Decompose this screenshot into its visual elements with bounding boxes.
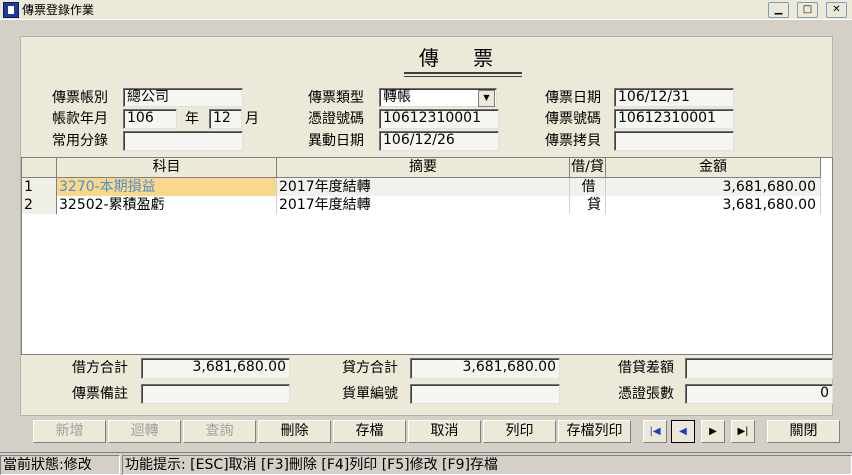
amount-cell[interactable]: 3,681,680.00 xyxy=(606,178,821,196)
voucher-type-value: 轉帳 xyxy=(383,89,411,105)
first-record-icon: |◀ xyxy=(649,426,661,437)
account-cell[interactable]: 32502-累積盈虧 xyxy=(57,196,277,214)
voucher-copy-field[interactable] xyxy=(614,131,734,151)
chevron-down-icon[interactable]: ▼ xyxy=(478,90,495,107)
column-header-amount[interactable]: 金額 xyxy=(606,158,821,178)
certificate-no-field[interactable]: 10612310001 xyxy=(379,109,499,129)
status-hint: 功能提示: [ESC]取消 [F3]刪除 [F4]列印 [F5]修改 [F9]存… xyxy=(122,455,852,475)
row-number[interactable]: 1 xyxy=(22,178,57,196)
minimize-icon[interactable]: ▁ xyxy=(768,2,789,18)
maximize-icon[interactable]: □ xyxy=(797,2,818,18)
change-date-label: 異動日期 xyxy=(308,133,364,149)
month-unit-label: 月 xyxy=(245,111,259,127)
reverse-button[interactable]: 迴轉 xyxy=(108,420,181,443)
next-record-icon: ▶ xyxy=(709,426,717,437)
period-month-field[interactable]: 12 xyxy=(209,109,242,129)
row-number[interactable]: 2 xyxy=(22,196,57,214)
account-type-label: 傳票帳別 xyxy=(52,90,108,106)
page-title: 傳 票 xyxy=(418,46,508,70)
close-icon[interactable]: ✕ xyxy=(826,2,847,18)
column-header-dc[interactable]: 借/貸 xyxy=(570,158,606,178)
last-record-button[interactable]: ▶| xyxy=(731,420,755,443)
voucher-type-label: 傳票類型 xyxy=(308,90,364,106)
cert-count-field[interactable]: 0 xyxy=(685,384,833,404)
status-state: 當前狀態:修改 xyxy=(0,455,120,475)
credit-total-field: 3,681,680.00 xyxy=(410,358,560,379)
period-year-field[interactable]: 106 xyxy=(123,109,177,129)
voucher-no-field[interactable]: 10612310001 xyxy=(614,109,734,129)
debit-total-field: 3,681,680.00 xyxy=(141,358,290,379)
bill-no-label: 貨單編號 xyxy=(342,386,398,402)
account-cell[interactable]: 3270-本期損益 xyxy=(57,178,277,196)
memo-cell[interactable]: 2017年度結轉 xyxy=(277,196,570,214)
account-type-field[interactable]: 總公司 xyxy=(123,88,243,107)
remark-field[interactable] xyxy=(141,384,290,404)
voucher-date-field[interactable]: 106/12/31 xyxy=(614,88,734,107)
save-print-button[interactable]: 存檔列印 xyxy=(558,420,631,443)
column-header-memo[interactable]: 摘要 xyxy=(277,158,570,178)
next-record-button[interactable]: ▶ xyxy=(701,420,725,443)
title-bar xyxy=(0,0,852,20)
add-button[interactable]: 新增 xyxy=(33,420,106,443)
credit-total-label: 貸方合計 xyxy=(342,360,398,376)
query-button[interactable]: 查詢 xyxy=(183,420,256,443)
first-record-button[interactable]: |◀ xyxy=(643,420,667,443)
remark-label: 傳票備註 xyxy=(72,386,128,402)
cancel-button[interactable]: 取消 xyxy=(408,420,481,443)
entry-grid[interactable]: 科目 摘要 借/貸 金額 1 3270-本期損益 2017年度結轉 借 3,68… xyxy=(21,157,833,355)
amount-cell[interactable]: 3,681,680.00 xyxy=(606,196,821,214)
period-label: 帳款年月 xyxy=(52,111,108,127)
prev-record-button[interactable]: ◀ xyxy=(671,420,695,443)
dc-cell[interactable]: 貸 xyxy=(570,196,606,214)
save-button[interactable]: 存檔 xyxy=(333,420,406,443)
bill-no-field[interactable] xyxy=(410,384,560,404)
window-title: 傳票登錄作業 xyxy=(22,3,95,17)
title-underline xyxy=(404,72,522,74)
app-icon xyxy=(3,2,19,18)
print-button[interactable]: 列印 xyxy=(483,420,556,443)
delete-button[interactable]: 刪除 xyxy=(258,420,331,443)
cert-count-label: 憑證張數 xyxy=(618,386,674,402)
change-date-field[interactable]: 106/12/26 xyxy=(379,131,499,151)
close-button[interactable]: 關閉 xyxy=(767,420,840,443)
column-header-account[interactable]: 科目 xyxy=(57,158,277,178)
last-record-icon: ▶| xyxy=(737,426,749,437)
voucher-copy-label: 傳票拷貝 xyxy=(545,133,601,149)
difference-label: 借貸差額 xyxy=(618,360,674,376)
grid-corner xyxy=(22,158,57,178)
common-category-field[interactable] xyxy=(123,131,243,151)
memo-cell[interactable]: 2017年度結轉 xyxy=(277,178,570,196)
dc-cell[interactable]: 借 xyxy=(570,178,606,196)
voucher-date-label: 傳票日期 xyxy=(545,90,601,106)
voucher-type-select[interactable]: 轉帳 ▼ xyxy=(379,88,497,107)
debit-total-label: 借方合計 xyxy=(72,360,128,376)
difference-field xyxy=(685,358,833,379)
common-category-label: 常用分錄 xyxy=(52,133,108,149)
voucher-no-label: 傳票號碼 xyxy=(545,111,601,127)
title-underline-2 xyxy=(404,76,522,77)
year-unit-label: 年 xyxy=(185,111,199,127)
prev-record-icon: ◀ xyxy=(679,426,687,437)
certificate-no-label: 憑證號碼 xyxy=(308,111,364,127)
